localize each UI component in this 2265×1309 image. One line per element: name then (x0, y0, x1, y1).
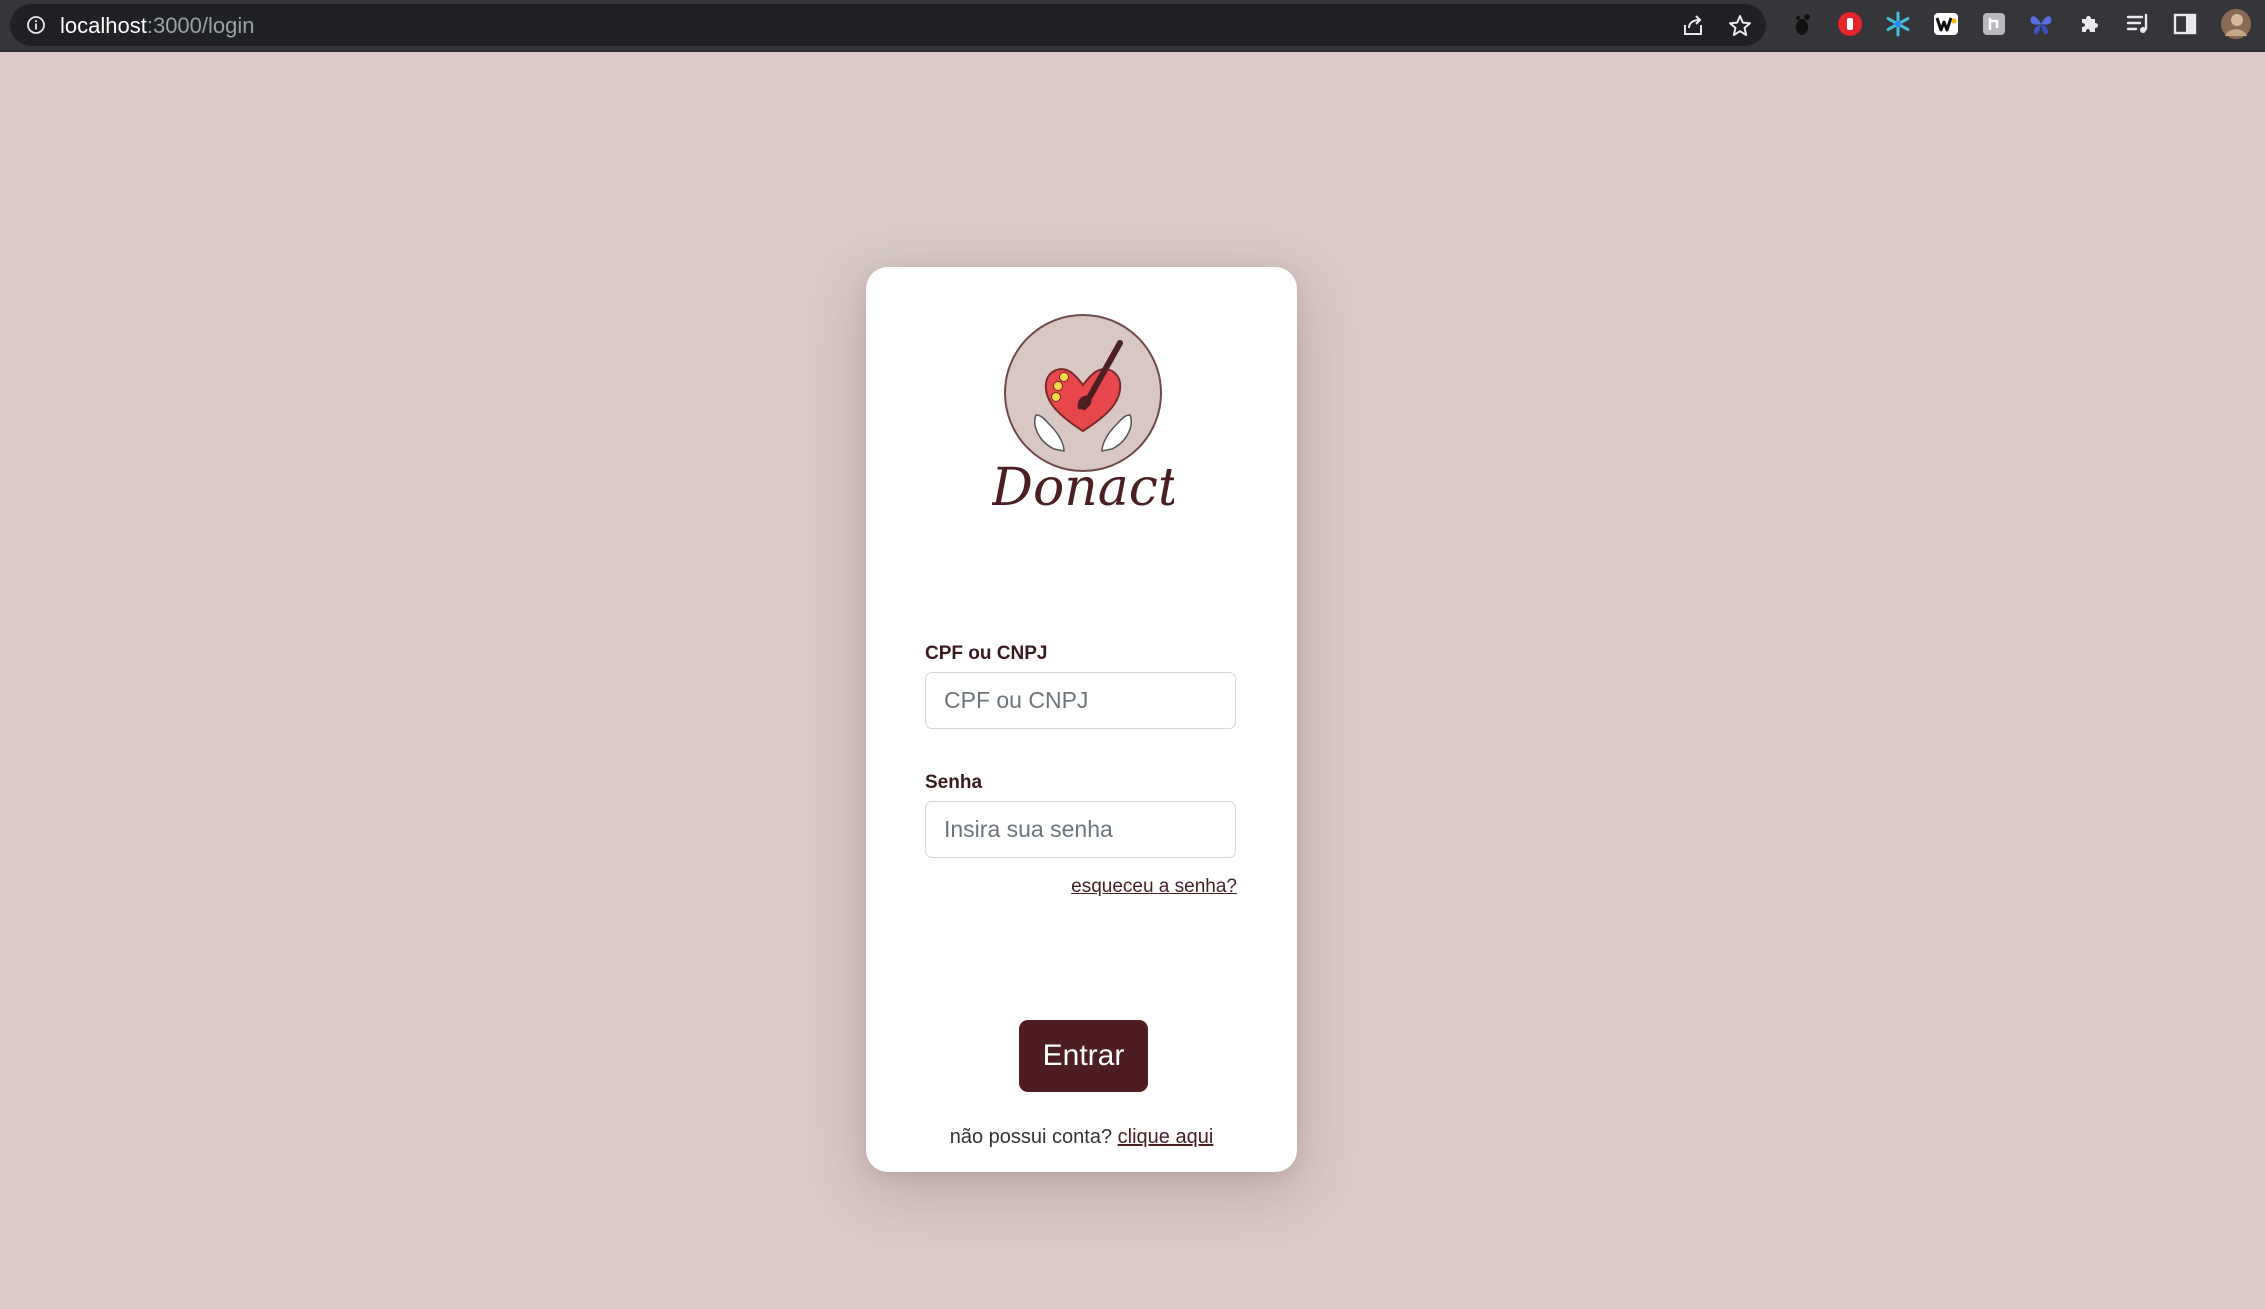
password-label: Senha (925, 772, 983, 793)
browser-toolbar: localhost:3000/login (0, 0, 2265, 52)
cpf-label: CPF ou CNPJ (925, 643, 1048, 664)
login-button[interactable]: Entrar (1019, 1020, 1148, 1092)
logo-text: Donact (992, 458, 1174, 513)
address-bar[interactable]: localhost:3000/login (10, 4, 1766, 46)
url-path: :3000/login (146, 13, 255, 38)
butterfly-extension-icon[interactable] (2027, 10, 2055, 38)
url-host: localhost (60, 13, 147, 38)
url-text[interactable]: localhost:3000/login (60, 14, 255, 38)
cpf-input[interactable] (925, 672, 1236, 729)
side-panel-icon[interactable] (2171, 10, 2199, 38)
adblock-extension-icon[interactable] (1836, 10, 1864, 38)
gray-extension-icon[interactable] (1980, 10, 2008, 38)
forgot-password-link[interactable]: esqueceu a senha? (1071, 876, 1237, 898)
profile-avatar[interactable] (2220, 8, 2252, 40)
share-icon[interactable] (1680, 13, 1706, 39)
signup-prompt: não possui conta? clique aqui (866, 1126, 1297, 1149)
bookmark-star-icon[interactable] (1727, 13, 1753, 39)
password-input[interactable] (925, 801, 1236, 858)
page-background: Donact CPF ou CNPJ Senha esqueceu a senh… (0, 52, 2265, 1309)
gnome-extension-icon[interactable] (1788, 10, 1816, 38)
signup-link[interactable]: clique aqui (1118, 1126, 1214, 1148)
puzzle-icon[interactable] (2076, 10, 2104, 38)
w-extension-icon[interactable] (1932, 10, 1960, 38)
signup-prompt-text: não possui conta? (949, 1126, 1113, 1148)
reading-list-icon[interactable] (2124, 10, 2152, 38)
logo-graphic: Donact (990, 314, 1179, 518)
snowflake-extension-icon[interactable] (1884, 10, 1912, 38)
donact-logo: Donact (990, 313, 1179, 518)
info-icon[interactable] (26, 15, 46, 35)
login-card: Donact CPF ou CNPJ Senha esqueceu a senh… (866, 267, 1297, 1172)
